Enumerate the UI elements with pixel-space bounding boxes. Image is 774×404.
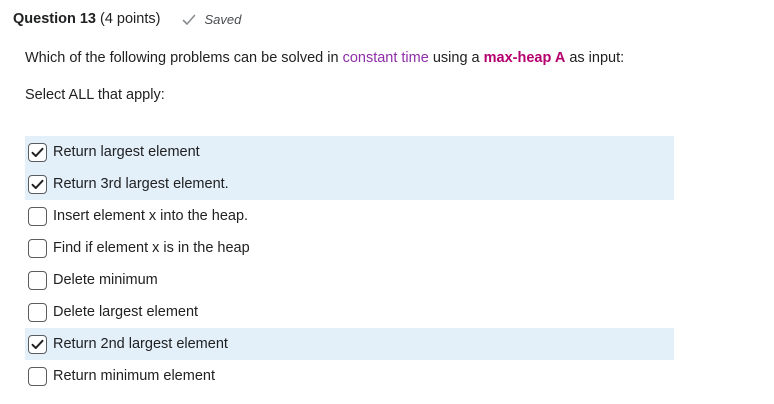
- answer-option[interactable]: Delete largest element: [25, 296, 674, 328]
- checkbox[interactable]: [28, 302, 47, 322]
- checkbox-checked-icon[interactable]: [28, 334, 47, 354]
- question-points: (4 points): [100, 11, 161, 27]
- answer-option-label: Delete largest element: [53, 304, 199, 320]
- answer-option[interactable]: Return minimum element: [25, 360, 674, 392]
- answer-option[interactable]: Return 3rd largest element.: [25, 168, 674, 200]
- saved-status: Saved: [182, 12, 241, 27]
- question-text: Which of the following problems can be s…: [25, 50, 624, 66]
- highlight-constant-time: constant time: [342, 50, 429, 66]
- answer-option[interactable]: Delete minimum: [25, 264, 674, 296]
- answer-option-label: Return 2nd largest element: [53, 336, 228, 352]
- checkbox-checked-icon[interactable]: [28, 142, 47, 162]
- question-header: Question 13 (4 points) Saved: [13, 10, 241, 28]
- checkbox-checked-icon[interactable]: [28, 174, 47, 194]
- highlight-max-heap: max-heap A: [483, 50, 566, 66]
- answer-option-label: Return 3rd largest element.: [53, 176, 229, 192]
- answer-option[interactable]: Return 2nd largest element: [25, 328, 674, 360]
- checkbox[interactable]: [28, 366, 47, 386]
- answer-option[interactable]: Find if element x is in the heap: [25, 232, 674, 264]
- question-title: Question 13: [13, 11, 96, 27]
- answer-option[interactable]: Insert element x into the heap.: [25, 200, 674, 232]
- answer-option-label: Delete minimum: [53, 272, 158, 288]
- answer-option-label: Return minimum element: [53, 368, 215, 384]
- checkmark-icon: [182, 13, 196, 25]
- answer-option-label: Return largest element: [53, 144, 200, 160]
- answer-option-label: Insert element x into the heap.: [53, 208, 249, 224]
- instruction-text: Select ALL that apply:: [25, 87, 165, 103]
- answer-options: Return largest element Return 3rd largest…: [25, 136, 674, 392]
- saved-label: Saved: [204, 11, 242, 27]
- question-text-part: Which of the following problems can be s…: [25, 50, 343, 66]
- checkbox[interactable]: [28, 238, 47, 258]
- answer-option-label: Find if element x is in the heap: [53, 240, 250, 256]
- answer-option[interactable]: Return largest element: [25, 136, 674, 168]
- checkbox[interactable]: [28, 206, 47, 226]
- question-text-part: using a: [428, 50, 484, 66]
- checkbox[interactable]: [28, 270, 47, 290]
- question-text-part: as input:: [565, 50, 625, 66]
